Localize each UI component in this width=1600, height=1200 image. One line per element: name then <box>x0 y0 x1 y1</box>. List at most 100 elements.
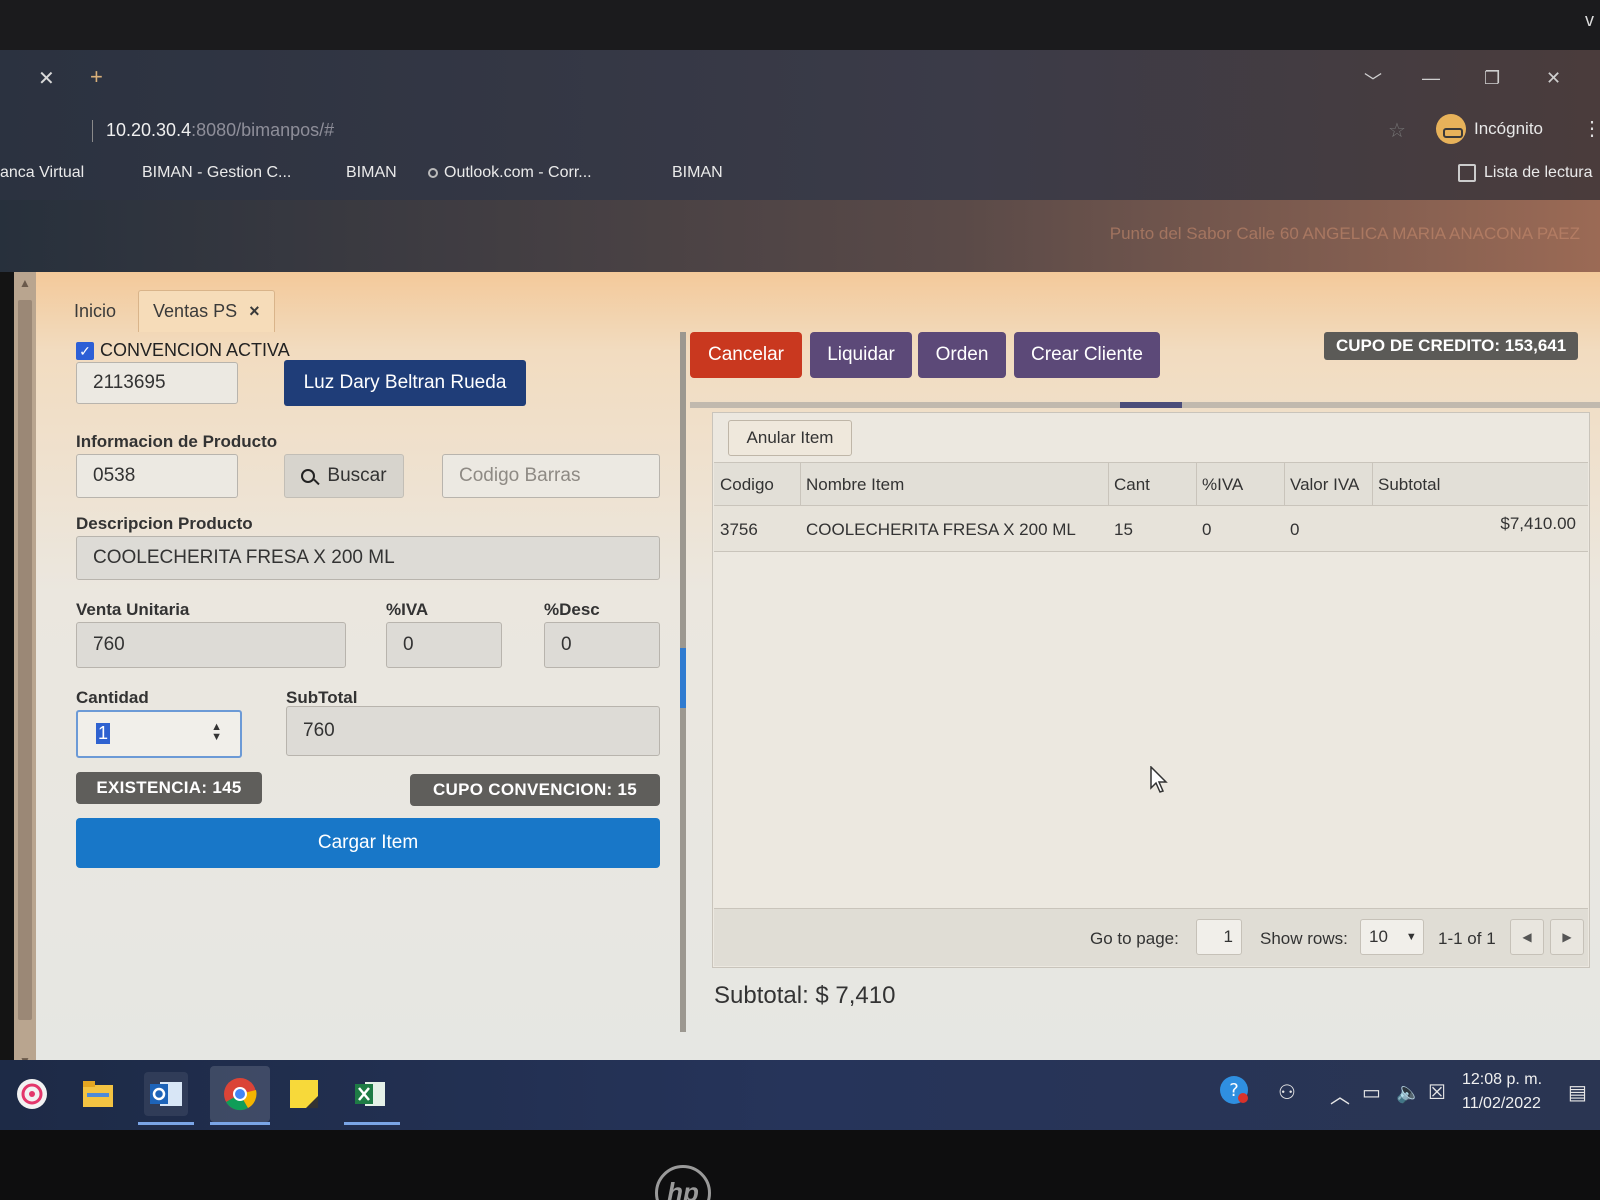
subtotal-label: SubTotal <box>286 688 358 707</box>
bookmark-label: anca Virtual <box>0 164 85 181</box>
close-window-icon[interactable]: ✕ <box>1546 68 1561 89</box>
network-icon[interactable]: ▭ <box>1362 1080 1381 1105</box>
column-header[interactable]: Cant <box>1114 475 1150 495</box>
void-item-button[interactable]: Anular Item <box>728 420 852 456</box>
monitor-bezel-bottom <box>0 1130 1600 1200</box>
bookmark-star-icon[interactable]: ☆ <box>1388 118 1406 143</box>
mouse-cursor-icon <box>1150 766 1168 793</box>
splitter-grip[interactable] <box>680 648 686 708</box>
convention-checkbox[interactable]: ✓ CONVENCION ACTIVA <box>76 340 290 361</box>
active-app-underline <box>138 1122 194 1125</box>
next-page-button[interactable]: ▶ <box>1550 919 1584 955</box>
url-text[interactable]: 10.20.30.4:8080/bimanpos/# <box>106 120 334 141</box>
tab-search-icon[interactable]: ﹀ <box>1364 68 1382 94</box>
user-info: Punto del Sabor Calle 60 ANGELICA MARIA … <box>1109 224 1580 243</box>
system-clock[interactable]: 12:08 p. m. 11/02/2022 <box>1462 1068 1542 1116</box>
cancel-label: Cancelar <box>707 344 785 365</box>
address-bar[interactable]: 10.20.30.4:8080/bimanpos/# ☆ Incógnito ⋮ <box>0 114 1600 150</box>
column-header[interactable]: Nombre Item <box>806 475 904 495</box>
close-tab-icon[interactable]: ✕ <box>38 66 55 91</box>
input-method-icon[interactable]: ☒ <box>1428 1080 1446 1105</box>
panel-splitter[interactable] <box>680 332 686 1032</box>
unit-price-label: Venta Unitaria <box>76 600 190 619</box>
app-tabs: Inicio Ventas PS × <box>60 290 275 332</box>
outlook-icon <box>428 168 438 178</box>
chevron-up-icon[interactable]: ︿ <box>1330 1080 1350 1109</box>
bookmark-label: BIMAN - Gestion C... <box>142 164 292 181</box>
minimize-icon[interactable]: — <box>1422 68 1440 89</box>
bookmark-biman-gestion[interactable]: BIMAN - Gestion C... <box>142 164 291 182</box>
description-value: COOLECHERITA FRESA X 200 ML <box>93 547 395 568</box>
search-button[interactable]: Buscar <box>284 454 404 498</box>
liquidate-button[interactable]: Liquidar <box>810 332 912 378</box>
order-button[interactable]: Orden <box>918 332 1006 378</box>
description-label: Descripcion Producto <box>76 514 253 533</box>
client-id-field[interactable]: 2113695 <box>76 362 238 404</box>
prev-page-button[interactable]: ◀ <box>1510 919 1544 955</box>
new-tab-icon[interactable]: + <box>90 64 103 90</box>
bookmark-outlook[interactable]: Outlook.com - Corr... <box>428 164 592 182</box>
table-row[interactable]: 3756 COOLECHERITA FRESA X 200 ML 15 0 0 … <box>714 506 1588 552</box>
browser-menu-icon[interactable]: ⋮ <box>1582 116 1600 141</box>
stepper-arrows-icon[interactable]: ▲ ▼ <box>211 722 222 743</box>
itunes-icon[interactable] <box>10 1072 54 1116</box>
address-separator <box>92 120 93 142</box>
discount-field[interactable]: 0 <box>544 622 660 668</box>
product-code-value: 0538 <box>93 465 136 486</box>
grid-pager: Go to page: 1 Show rows: 10 ▼ 1-1 of 1 ◀ … <box>714 908 1588 966</box>
scroll-up-icon[interactable]: ▲ <box>19 276 31 290</box>
cancel-button[interactable]: Cancelar <box>690 332 802 378</box>
tab-label: Ventas PS <box>153 301 238 321</box>
column-header[interactable]: %IVA <box>1202 475 1243 495</box>
bookmark-label: BIMAN <box>346 164 397 181</box>
column-header[interactable]: Subtotal <box>1378 475 1440 495</box>
excel-icon[interactable] <box>348 1072 392 1116</box>
checkbox-checked-icon[interactable]: ✓ <box>76 341 94 360</box>
outlook-icon[interactable] <box>144 1072 188 1116</box>
client-name-button[interactable]: Luz Dary Beltran Rueda <box>284 360 526 406</box>
close-tab-icon[interactable]: × <box>249 301 260 322</box>
create-client-button[interactable]: Crear Cliente <box>1014 332 1160 378</box>
tab-label: Inicio <box>74 301 117 321</box>
restore-icon[interactable]: ❐ <box>1484 68 1500 89</box>
sticky-notes-icon[interactable] <box>282 1072 326 1116</box>
file-explorer-icon[interactable] <box>76 1072 120 1116</box>
quantity-label: Cantidad <box>76 688 149 707</box>
page-scrollbar[interactable]: ▲ ▼ <box>14 272 36 1072</box>
svg-text:?: ? <box>1229 1080 1239 1101</box>
goto-page-input[interactable]: 1 <box>1196 919 1242 955</box>
incognito-indicator[interactable]: Incógnito <box>1436 114 1543 144</box>
tab-ventas-ps[interactable]: Ventas PS × <box>138 290 275 332</box>
people-icon[interactable]: ⚇ <box>1278 1080 1296 1105</box>
help-icon[interactable]: ? <box>1218 1074 1250 1112</box>
chevron-down-icon: ▼ <box>1405 931 1417 943</box>
browser-tab-bar: ✕ + ﹀ — ❐ ✕ <box>0 62 1600 98</box>
quantity-stepper[interactable]: 1 ▲ ▼ <box>76 710 242 758</box>
rows-per-page-value: 10 <box>1369 927 1388 946</box>
rows-per-page-select[interactable]: 10 ▼ <box>1360 919 1424 955</box>
cell-iva-value: 0 <box>1290 520 1300 539</box>
quantity-value: 1 <box>96 723 111 744</box>
bookmark-banca-virtual[interactable]: anca Virtual <box>0 164 84 182</box>
tab-inicio[interactable]: Inicio <box>60 291 130 332</box>
bookmark-biman-1[interactable]: BIMAN <box>346 164 397 182</box>
reading-list[interactable]: Lista de lectura <box>1458 164 1593 182</box>
bookmark-biman-2[interactable]: BIMAN <box>672 164 723 182</box>
column-header[interactable]: Valor IVA <box>1290 475 1359 495</box>
product-info-label: Informacion de Producto <box>76 432 278 451</box>
incognito-icon <box>1436 114 1466 144</box>
column-header[interactable]: Codigo <box>720 475 774 495</box>
barcode-input[interactable]: Codigo Barras <box>442 454 660 498</box>
unit-price-value: 760 <box>93 634 125 655</box>
chrome-icon[interactable] <box>210 1066 270 1122</box>
windows-taskbar: ? ⚇ ︿ ▭ 🔈 ☒ 12:08 p. m. 11/02/2022 ▤ <box>0 1060 1600 1130</box>
notifications-icon[interactable]: ▤ <box>1568 1080 1587 1105</box>
load-item-button[interactable]: Cargar Item <box>76 818 660 868</box>
reading-list-icon <box>1458 164 1476 182</box>
subtotal-value: 760 <box>303 720 335 741</box>
iva-value: 0 <box>403 634 414 655</box>
unit-price-field: 760 <box>76 622 346 668</box>
product-code-field[interactable]: 0538 <box>76 454 238 498</box>
scrollbar-thumb[interactable] <box>18 300 32 1020</box>
volume-icon[interactable]: 🔈 <box>1396 1080 1421 1105</box>
